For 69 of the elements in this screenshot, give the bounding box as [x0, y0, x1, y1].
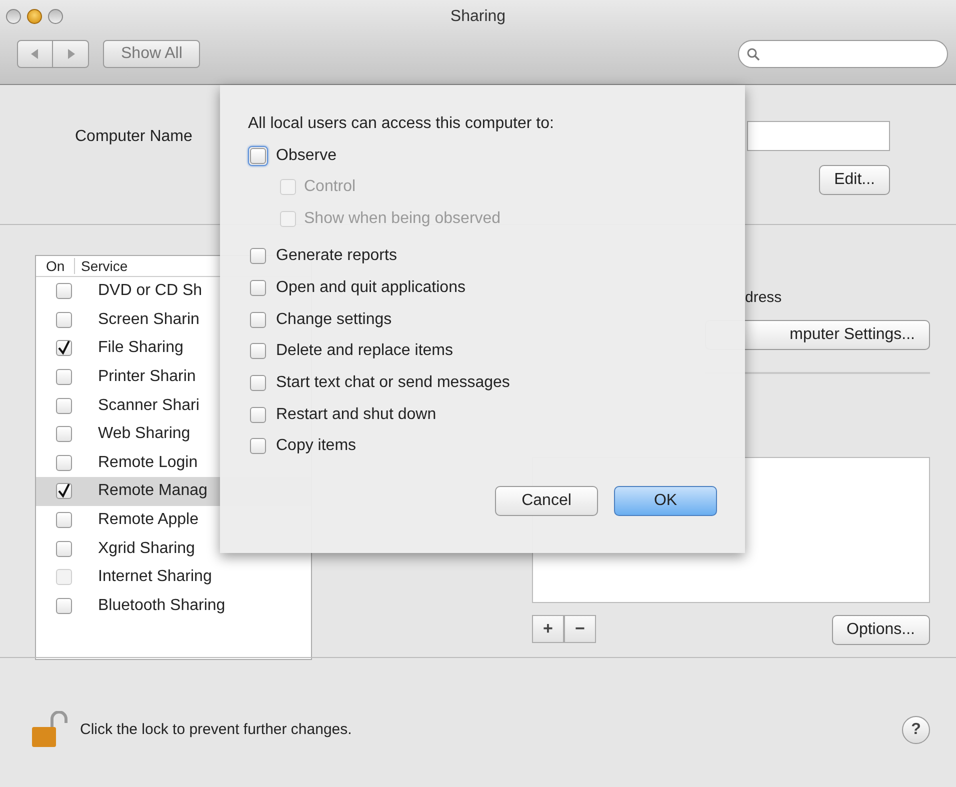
service-name: DVD or CD Sh [98, 282, 202, 300]
remove-button[interactable]: − [564, 615, 596, 643]
checkbox[interactable] [56, 312, 72, 328]
checkbox[interactable] [250, 312, 266, 328]
option-label: Generate reports [276, 247, 397, 266]
right-arrow-icon [66, 49, 74, 59]
options-button[interactable]: Options... [832, 615, 930, 645]
checkbox[interactable] [56, 340, 72, 356]
checkbox[interactable] [56, 512, 72, 528]
window-title: Sharing [450, 8, 506, 26]
help-button[interactable]: ? [902, 716, 930, 744]
checkbox[interactable] [56, 398, 72, 414]
option-label: Change settings [276, 310, 392, 329]
service-name: Scanner Shari [98, 396, 200, 415]
service-name: Printer Sharin [98, 368, 196, 386]
service-name: Web Sharing [98, 425, 190, 444]
service-name: Xgrid Sharing [98, 540, 195, 558]
service-name: Remote Manag [98, 482, 208, 500]
show-all-button[interactable]: Show All [103, 40, 200, 68]
forward-button[interactable] [53, 40, 89, 68]
checkbox[interactable] [250, 248, 266, 264]
checkbox[interactable] [56, 483, 72, 500]
option-label: Copy items [276, 437, 356, 456]
column-header[interactable]: On [36, 258, 74, 274]
service-name: Remote Apple [98, 511, 199, 530]
checkbox[interactable] [56, 598, 72, 614]
computer-name-field[interactable] [747, 121, 890, 151]
checkbox[interactable] [56, 369, 72, 386]
checkbox[interactable] [56, 540, 72, 557]
back-button[interactable] [17, 40, 53, 68]
lock-message: Click the lock to prevent further changes. [80, 721, 352, 738]
checkbox[interactable] [56, 454, 72, 471]
service-name: Remote Login [98, 454, 198, 472]
lock-icon[interactable] [30, 710, 70, 748]
checkbox[interactable] [250, 374, 266, 391]
search-icon [747, 48, 760, 60]
option-label: Show when being observed [304, 210, 501, 228]
checkbox[interactable] [250, 280, 266, 296]
edit-button[interactable]: Edit... [819, 165, 890, 195]
sheet-heading: All local users can access this computer to: [248, 115, 555, 133]
checkbox[interactable] [56, 283, 72, 300]
service-name: File Sharing [98, 339, 184, 358]
add-button[interactable]: + [532, 615, 564, 643]
option-label: Control [304, 178, 356, 196]
option-label: Open and quit applications [276, 278, 466, 297]
checkbox[interactable] [250, 343, 266, 360]
option-label: Delete and replace items [276, 342, 453, 360]
service-name: Bluetooth Sharing [98, 596, 226, 615]
ok-button[interactable]: OK [614, 486, 717, 516]
checkbox[interactable] [250, 438, 266, 454]
cancel-button[interactable]: Cancel [495, 486, 598, 516]
checkbox[interactable] [250, 406, 266, 423]
search-field[interactable] [738, 40, 948, 68]
computer-name-label: Computer Name [75, 128, 192, 146]
service-name: Screen Sharin [98, 310, 200, 329]
service-row[interactable]: Bluetooth Sharing [36, 592, 311, 620]
option-label: Start text chat or send messages [276, 374, 510, 392]
option-label: Observe [276, 147, 336, 165]
left-arrow-icon [31, 49, 39, 59]
minimize-button[interactable] [27, 9, 42, 24]
address-text: dress [745, 289, 782, 306]
close-button[interactable] [6, 9, 21, 24]
option-label: Restart and shut down [276, 406, 436, 424]
checkmark-icon [57, 484, 71, 498]
column-header[interactable]: Service [74, 258, 128, 274]
service-name: Internet Sharing [98, 568, 212, 586]
checkmark-icon [57, 341, 71, 356]
zoom-button[interactable] [48, 9, 63, 24]
checkbox[interactable] [56, 426, 72, 442]
